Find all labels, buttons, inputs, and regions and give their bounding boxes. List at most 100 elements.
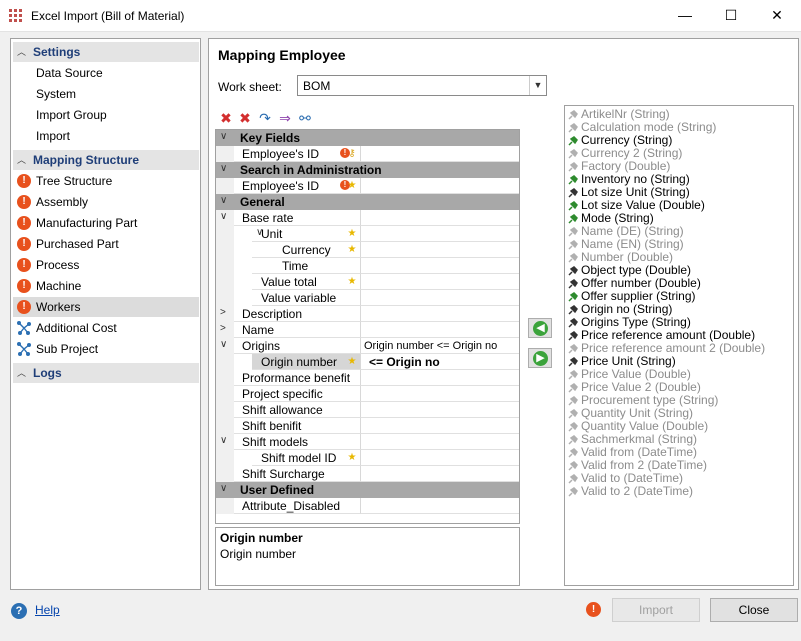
category-toggle-icon[interactable]: ∨ [220,163,227,174]
property-value-cell[interactable] [361,450,519,466]
category-toggle-icon[interactable]: ∨ [220,195,227,206]
grid-row[interactable]: ∨ Shift models [216,434,519,450]
sidebar-item-import-group[interactable]: Import Group [13,105,199,125]
property-name-cell[interactable]: Name [234,322,361,338]
expand-toggle-icon[interactable]: > [220,323,226,334]
property-name-cell[interactable]: Employee's ID! ⚷ [234,146,361,162]
grid-row[interactable]: Value variable [216,290,519,306]
grid-row[interactable]: Shift allowance [216,402,519,418]
sidebar-item-import[interactable]: Import [13,126,199,146]
grid-row[interactable]: Project specific [216,386,519,402]
sidebar-item-sub-project[interactable]: Sub Project [13,339,199,359]
property-name-cell[interactable]: Proformance benefit [234,370,361,386]
property-name-cell[interactable]: Shift models [234,434,361,450]
property-name-cell[interactable]: Value total ★ [252,274,361,290]
sidebar-item-system[interactable]: System [13,84,199,104]
close-button[interactable]: Close [710,598,798,622]
grid-row[interactable]: Shift model ID ★ [216,450,519,466]
sidebar-item-data-source[interactable]: Data Source [13,63,199,83]
grid-row[interactable]: Shift benifit [216,418,519,434]
property-value-cell[interactable] [361,466,519,482]
category-toggle-icon[interactable]: ∨ [220,131,227,142]
grid-row[interactable]: ∨ Base rate [216,210,519,226]
map-right-button[interactable]: ▶ [528,348,552,368]
maximize-button[interactable]: ☐ [708,0,754,31]
property-value-cell[interactable] [361,386,519,402]
property-name-cell[interactable]: Currency ★ [252,242,361,258]
help-link[interactable]: Help [35,603,60,617]
grid-row[interactable]: Employee's ID! ⚷ [216,146,519,162]
sidebar-item-process[interactable]: ! Process [13,255,199,275]
auto-map-icon[interactable]: ↷ [257,110,273,126]
property-name-cell[interactable]: Employee's ID! ★ [234,178,361,194]
delete-all-icon[interactable]: ✖ [237,110,253,126]
sidebar-item-machine[interactable]: ! Machine [13,276,199,296]
expand-toggle-icon[interactable]: > [220,307,226,318]
property-value-cell[interactable] [361,322,519,338]
property-value-cell[interactable] [361,178,519,194]
expand-toggle-icon[interactable]: ∨ [220,435,227,446]
category-toggle-icon[interactable]: ∨ [220,483,227,494]
property-name-cell[interactable]: Project specific [234,386,361,402]
property-value-cell[interactable] [361,498,519,514]
grid-row[interactable]: Time [216,258,519,274]
property-value-cell[interactable] [361,258,519,274]
grid-row[interactable]: Currency ★ [216,242,519,258]
property-value-cell[interactable] [361,210,519,226]
worksheet-select[interactable]: BOM ▼ [297,75,547,96]
delete-icon[interactable]: ✖ [218,110,234,126]
grid-row[interactable]: Shift Surcharge [216,466,519,482]
property-value-cell[interactable] [361,418,519,434]
sidebar-item-manufacturing-part[interactable]: ! Manufacturing Part [13,213,199,233]
sidebar-item-tree-structure[interactable]: ! Tree Structure [13,171,199,191]
expand-toggle-icon[interactable]: ∨ [220,339,227,350]
property-value-cell[interactable] [361,242,519,258]
grid-row[interactable]: Origin number ★ <= Origin no [216,354,519,370]
minimize-button[interactable]: — [662,0,708,31]
property-name-cell[interactable]: Time [252,258,361,274]
property-name-cell[interactable]: Shift benifit [234,418,361,434]
property-value-cell[interactable] [361,434,519,450]
import-button[interactable]: Import [612,598,700,622]
property-name-cell[interactable]: Shift allowance [234,402,361,418]
grid-row[interactable]: ∨ Origins Origin number <= Origin no [216,338,519,354]
grid-row[interactable]: ∨ Unit ★ [216,226,519,242]
property-name-cell[interactable]: Shift Surcharge [234,466,361,482]
sidebar-item-workers[interactable]: ! Workers [13,297,199,317]
property-value-cell[interactable] [361,402,519,418]
grid-row[interactable]: > Description [216,306,519,322]
property-value-cell[interactable] [361,306,519,322]
property-name-cell[interactable]: Description [234,306,361,322]
grid-row[interactable]: Value total ★ [216,274,519,290]
property-name-cell[interactable]: Value variable [252,290,361,306]
property-value-cell[interactable] [361,274,519,290]
grid-row[interactable]: > Name [216,322,519,338]
sidebar-item-assembly[interactable]: ! Assembly [13,192,199,212]
grid-row[interactable]: Employee's ID! ★ [216,178,519,194]
property-name-cell[interactable]: Attribute_Disabled [234,498,361,514]
property-value-cell[interactable]: <= Origin no [361,354,519,370]
grid-row[interactable]: Attribute_Disabled [216,498,519,514]
add-attribute-icon[interactable]: ⇒ [277,110,293,126]
source-columns-list[interactable]: ArtikelNr (String) Calculation mode (Stri… [564,105,794,586]
property-value-cell[interactable] [361,290,519,306]
close-window-button[interactable]: ✕ [754,0,800,31]
property-value-cell[interactable] [361,226,519,242]
property-value-cell[interactable]: Origin number <= Origin no [361,338,519,354]
link-icon[interactable]: ⚯ [297,110,313,126]
section-header-settings[interactable]: ︿ Settings [13,42,199,62]
property-name-cell[interactable]: Origin number ★ [252,354,361,370]
help-icon[interactable]: ? [11,603,27,619]
property-name-cell[interactable]: Shift model ID ★ [252,450,361,466]
section-header-mapping-structure[interactable]: ︿ Mapping Structure [13,150,199,170]
sidebar-item-purchased-part[interactable]: ! Purchased Part [13,234,199,254]
property-name-cell[interactable]: Base rate [234,210,361,226]
property-value-cell[interactable] [361,146,519,162]
section-header-logs[interactable]: ︿ Logs [13,363,199,383]
map-left-button[interactable]: ◀ [528,318,552,338]
property-value-cell[interactable] [361,370,519,386]
grid-row[interactable]: Proformance benefit [216,370,519,386]
sidebar-item-additional-cost[interactable]: Additional Cost [13,318,199,338]
property-name-cell[interactable]: Origins [234,338,361,354]
expand-toggle-icon[interactable]: ∨ [220,211,227,222]
